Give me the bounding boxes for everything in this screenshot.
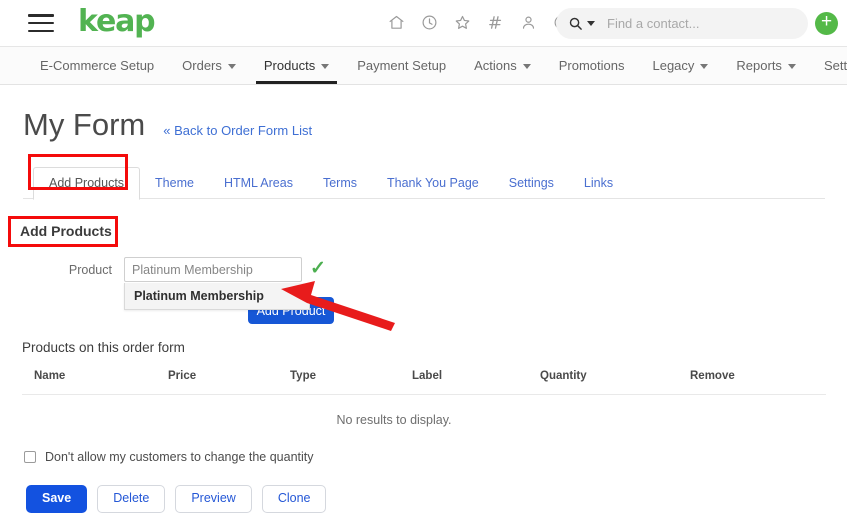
column-header-type: Type: [290, 370, 316, 382]
product-form-row: Product ✓ Add Product Platinum Membershi…: [0, 257, 847, 324]
history-clock-icon[interactable]: [418, 11, 440, 33]
header-icon-group: [385, 11, 572, 33]
nav-label: Payment Setup: [357, 58, 447, 73]
shortcuts-icon[interactable]: [484, 11, 506, 33]
home-icon[interactable]: [385, 11, 407, 33]
products-table-title: Products on this order form: [22, 340, 185, 355]
favorites-star-icon[interactable]: [451, 11, 473, 33]
search-scope-caret-down-icon[interactable]: [587, 21, 595, 26]
global-add-button[interactable]: +: [815, 12, 838, 35]
nav-item-actions[interactable]: Actions: [460, 47, 545, 84]
keap-logo[interactable]: keap: [78, 7, 156, 37]
nav-item-ecommerce-setup[interactable]: E-Commerce Setup: [26, 47, 168, 84]
tab-thank-you-page[interactable]: Thank You Page: [372, 168, 494, 199]
quantity-lock-checkbox-row: Don't allow my customers to change the q…: [24, 450, 314, 464]
quantity-lock-label: Don't allow my customers to change the q…: [45, 450, 314, 464]
form-tabs: Add Products Theme HTML Areas Terms Than…: [33, 167, 628, 200]
nav-label: Legacy: [652, 58, 695, 73]
add-products-section-heading: Add Products: [20, 223, 112, 239]
plus-icon: +: [820, 11, 833, 32]
contacts-person-icon[interactable]: [517, 11, 539, 33]
save-button[interactable]: Save: [26, 485, 88, 513]
nav-item-settings[interactable]: Settings: [810, 47, 847, 84]
hamburger-line: [28, 29, 54, 32]
nav-label: Settings: [823, 58, 847, 73]
empty-table-message: No results to display.: [336, 413, 452, 427]
delete-button[interactable]: Delete: [97, 485, 166, 513]
nav-label: Promotions: [558, 58, 625, 73]
preview-button[interactable]: Preview: [175, 485, 252, 513]
tab-html-areas[interactable]: HTML Areas: [209, 168, 308, 199]
column-header-price: Price: [168, 370, 197, 382]
top-header-bar: keap +: [0, 0, 847, 47]
nav-label: E-Commerce Setup: [40, 58, 155, 73]
quantity-lock-checkbox[interactable]: [24, 451, 36, 463]
nav-item-orders[interactable]: Orders: [168, 47, 250, 84]
products-table: Name Price Type Label Quantity Remove No…: [22, 370, 826, 427]
nav-label: Products: [263, 58, 316, 73]
hamburger-menu-icon[interactable]: [28, 14, 54, 32]
products-table-header-row: Name Price Type Label Quantity Remove: [22, 370, 826, 395]
nav-item-promotions[interactable]: Promotions: [545, 47, 639, 84]
tab-add-products[interactable]: Add Products: [33, 167, 141, 200]
product-autocomplete-dropdown: Platinum Membership: [124, 283, 310, 310]
chevron-down-icon: [522, 64, 531, 69]
chevron-down-icon: [787, 64, 796, 69]
nav-label: Reports: [736, 58, 782, 73]
hamburger-line: [28, 21, 54, 25]
nav-label: Actions: [474, 58, 517, 73]
clone-button[interactable]: Clone: [261, 485, 327, 513]
column-header-quantity: Quantity: [540, 370, 587, 382]
chevron-down-icon: [700, 64, 709, 69]
column-header-name: Name: [34, 370, 66, 382]
tab-theme[interactable]: Theme: [140, 168, 209, 199]
product-search-input[interactable]: [124, 257, 302, 282]
dropdown-option-platinum-membership[interactable]: Platinum Membership: [125, 283, 309, 309]
nav-item-reports[interactable]: Reports: [722, 47, 810, 84]
product-field-label: Product: [68, 263, 112, 277]
page-title: My Form: [23, 107, 146, 142]
search-icon: [568, 16, 583, 31]
hamburger-line: [28, 14, 54, 17]
page-title-row: My Form « Back to Order Form List: [0, 85, 847, 143]
nav-item-legacy[interactable]: Legacy: [638, 47, 722, 84]
search-input[interactable]: [605, 15, 796, 32]
column-header-label: Label: [412, 370, 443, 382]
back-to-order-form-list-link[interactable]: « Back to Order Form List: [163, 123, 312, 138]
global-search-bar[interactable]: [556, 8, 808, 39]
column-header-remove: Remove: [690, 370, 735, 382]
chevron-down-icon: [227, 64, 236, 69]
nav-item-payment-setup[interactable]: Payment Setup: [343, 47, 460, 84]
green-check-icon: ✓: [310, 258, 326, 279]
product-input-wrapper: ✓ Add Product Platinum Membership: [124, 257, 334, 324]
nav-label: Orders: [182, 58, 222, 73]
nav-item-products[interactable]: Products: [250, 47, 343, 84]
tab-settings[interactable]: Settings: [494, 168, 569, 199]
form-tabs-row: Add Products Theme HTML Areas Terms Than…: [0, 163, 847, 200]
main-navigation: E-Commerce Setup Orders Products Payment…: [0, 47, 847, 85]
chevron-down-icon: [321, 64, 330, 69]
tab-terms[interactable]: Terms: [308, 168, 372, 199]
form-action-buttons: Save Delete Preview Clone: [26, 485, 327, 513]
tab-links[interactable]: Links: [569, 168, 628, 199]
